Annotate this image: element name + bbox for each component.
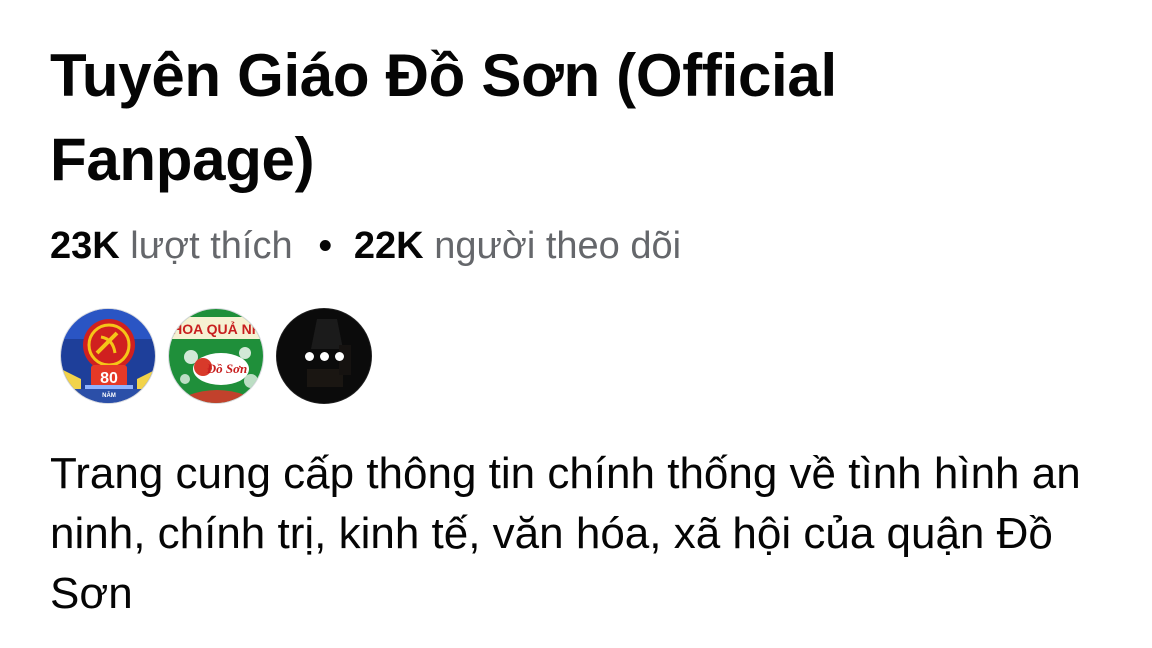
page-stats: 23K lượt thích • 22K người theo dõi	[50, 222, 681, 270]
likes-count[interactable]: 23K	[50, 225, 120, 267]
ellipsis-icon	[277, 309, 371, 403]
followers-label[interactable]: người theo dõi	[434, 225, 681, 267]
likes-label[interactable]: lượt thích	[130, 225, 292, 267]
followers-count[interactable]: 22K	[354, 225, 424, 267]
party-80-years-avatar[interactable]: 80 NĂM	[60, 308, 156, 404]
avatar2-subtext: Đồ Sơn	[206, 361, 248, 376]
avatar1-subtext: NĂM	[102, 392, 116, 399]
avatar1-number: 80	[100, 370, 118, 387]
hoa-qua-image: HOA QUẢ NH Đồ Sơn	[169, 309, 263, 403]
party-emblem-image: 80 NĂM	[61, 309, 155, 403]
more-avatars-button[interactable]	[276, 308, 372, 404]
page-description: Trang cung cấp thông tin chính thống về …	[50, 449, 1081, 618]
stats-separator: •	[318, 225, 332, 267]
avatar2-banner-text: HOA QUẢ NH	[172, 321, 262, 337]
hoa-qua-avatar[interactable]: HOA QUẢ NH Đồ Sơn	[168, 308, 264, 404]
page-title: Tuyên Giáo Đồ Sơn (Official Fanpage)	[50, 42, 837, 193]
